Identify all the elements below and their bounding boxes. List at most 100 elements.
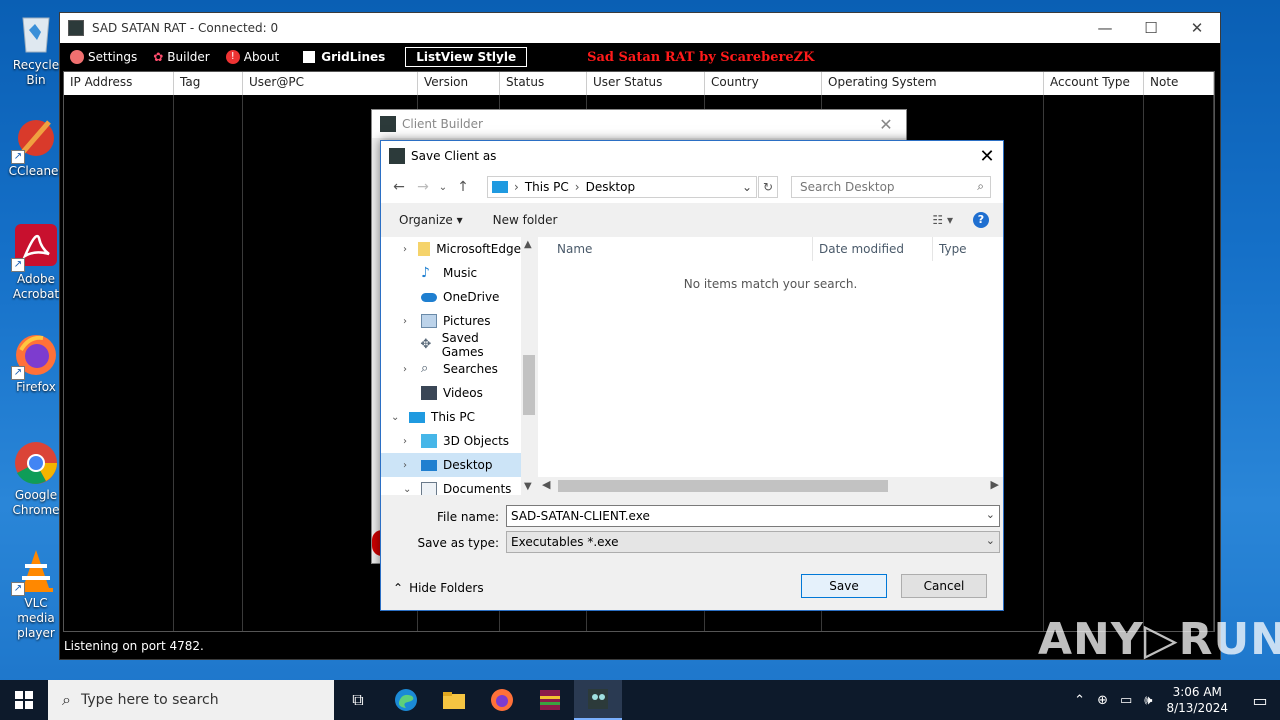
chevron-right-icon[interactable]: › bbox=[403, 460, 417, 471]
volume-icon[interactable]: 🕪 bbox=[1144, 693, 1152, 708]
listview-style-button[interactable]: ListView Stlyle bbox=[405, 47, 528, 67]
col-tag[interactable]: Tag bbox=[174, 72, 243, 95]
col-version[interactable]: Version bbox=[418, 72, 500, 95]
breadcrumb-desktop[interactable]: Desktop bbox=[586, 180, 636, 194]
clock[interactable]: 3:06 AM 8/13/2024 bbox=[1166, 684, 1228, 716]
start-button[interactable] bbox=[0, 680, 48, 720]
scroll-right-icon[interactable]: ▶ bbox=[991, 478, 999, 491]
tree-item-3d-objects[interactable]: › 3D Objects bbox=[381, 429, 521, 453]
scroll-up-icon[interactable]: ▲ bbox=[524, 239, 532, 250]
tree-item-music[interactable]: ♪ Music bbox=[381, 261, 521, 285]
scrollbar-thumb[interactable] bbox=[558, 480, 888, 492]
maximize-icon[interactable]: ☐ bbox=[1128, 19, 1174, 37]
minimize-icon[interactable]: — bbox=[1082, 19, 1128, 37]
scrollbar-thumb[interactable] bbox=[523, 355, 535, 415]
search-placeholder: Search Desktop bbox=[800, 180, 895, 194]
tree-item-searches[interactable]: › ⌕ Searches bbox=[381, 357, 521, 381]
network-status-icon[interactable]: ⊕ bbox=[1097, 693, 1108, 708]
scroll-left-icon[interactable]: ◀ bbox=[542, 478, 550, 491]
help-icon[interactable]: ? bbox=[973, 212, 989, 228]
gridlines-checkbox[interactable] bbox=[303, 51, 316, 63]
address-bar[interactable]: › This PC › Desktop ⌄ bbox=[487, 176, 757, 198]
vlc-icon: ↗ bbox=[11, 548, 59, 596]
taskbar-search[interactable]: ⌕ Type here to search bbox=[48, 680, 334, 720]
col-operating-system[interactable]: Operating System bbox=[822, 72, 1044, 95]
network-icon[interactable]: ▭ bbox=[1120, 693, 1132, 708]
tree-item-pictures[interactable]: › Pictures bbox=[381, 309, 521, 333]
file-name-field[interactable]: SAD-SATAN-CLIENT.exe ⌄ bbox=[506, 505, 1000, 527]
col-user-pc[interactable]: User@PC bbox=[243, 72, 418, 95]
about-menu[interactable]: ! About bbox=[225, 50, 279, 64]
col-user-status[interactable]: User Status bbox=[587, 72, 705, 95]
search-input[interactable]: Search Desktop ⌕ bbox=[791, 176, 991, 198]
col-date-modified[interactable]: Date modified bbox=[813, 237, 933, 261]
col-type[interactable]: Type bbox=[933, 237, 1003, 261]
col-note[interactable]: Note bbox=[1144, 72, 1214, 95]
winrar-icon[interactable] bbox=[526, 680, 574, 720]
save-button[interactable]: Save bbox=[801, 574, 887, 598]
chevron-right-icon[interactable]: › bbox=[403, 244, 414, 255]
chevron-down-icon[interactable]: ⌄ bbox=[742, 180, 756, 194]
scroll-down-icon[interactable]: ▼ bbox=[524, 481, 532, 492]
file-list-hscrollbar[interactable]: ◀ ▶ bbox=[538, 477, 1003, 495]
chevron-up-icon[interactable]: ⌃ bbox=[1074, 693, 1085, 708]
chevron-right-icon[interactable]: › bbox=[403, 364, 417, 375]
tree-item-microsoftedge[interactable]: › MicrosoftEdge bbox=[381, 237, 521, 261]
firefox-icon[interactable] bbox=[478, 680, 526, 720]
close-icon[interactable]: ✕ bbox=[1174, 19, 1220, 37]
tree-item-documents[interactable]: ⌄ Documents bbox=[381, 477, 521, 495]
chevron-right-icon[interactable]: › bbox=[403, 316, 417, 327]
tree-item-this-pc[interactable]: ⌄ This PC bbox=[381, 405, 521, 429]
tree-item-onedrive[interactable]: OneDrive bbox=[381, 285, 521, 309]
save-type-select[interactable]: Executables *.exe ⌄ bbox=[506, 531, 1000, 553]
col-ip-address[interactable]: IP Address bbox=[64, 72, 174, 95]
edge-icon[interactable] bbox=[382, 680, 430, 720]
refresh-icon[interactable]: ↻ bbox=[758, 176, 778, 198]
chevron-right-icon: › bbox=[514, 180, 519, 194]
cloud-icon bbox=[421, 292, 437, 302]
close-icon[interactable]: ✕ bbox=[866, 115, 906, 134]
file-explorer-icon[interactable] bbox=[430, 680, 478, 720]
tree-item-desktop[interactable]: › Desktop bbox=[381, 453, 521, 477]
chevron-down-icon[interactable]: ⌄ bbox=[986, 534, 995, 547]
organize-button[interactable]: Organize ▾ bbox=[399, 213, 463, 227]
recent-dropdown-icon[interactable]: ⌄ bbox=[435, 182, 451, 193]
forward-arrow-icon[interactable]: → bbox=[411, 179, 435, 195]
tree-item-saved-games[interactable]: ✥ Saved Games bbox=[381, 331, 521, 359]
close-icon[interactable]: ✕ bbox=[971, 146, 1003, 167]
chevron-down-icon[interactable]: ⌄ bbox=[391, 412, 405, 423]
task-view-icon[interactable]: ⧉ bbox=[334, 680, 382, 720]
search-folder-icon: ⌕ bbox=[421, 361, 429, 376]
notification-icon[interactable]: ▭ bbox=[1240, 691, 1280, 710]
save-dialog-title: Save Client as bbox=[411, 149, 497, 163]
settings-menu[interactable]: Settings bbox=[70, 50, 137, 64]
col-country[interactable]: Country bbox=[705, 72, 822, 95]
col-status[interactable]: Status bbox=[500, 72, 587, 95]
tree-scrollbar[interactable]: ▲ ▼ bbox=[521, 237, 537, 495]
back-arrow-icon[interactable]: ← bbox=[387, 179, 411, 195]
command-bar: Organize ▾ New folder ☷ ▾ ? bbox=[381, 205, 1003, 235]
col-account-type[interactable]: Account Type bbox=[1044, 72, 1144, 95]
chevron-right-icon[interactable]: › bbox=[403, 436, 417, 447]
anyrun-watermark: ANY▷RUN bbox=[1038, 614, 1280, 665]
builder-icon: ✿ bbox=[153, 50, 164, 64]
pictures-icon bbox=[421, 314, 437, 328]
gridlines-toggle[interactable]: GridLines bbox=[295, 50, 385, 64]
chevron-down-icon[interactable]: ⌄ bbox=[403, 484, 417, 495]
chevron-down-icon[interactable]: ⌄ bbox=[986, 508, 995, 521]
file-list[interactable]: Name Date modified Type No items match y… bbox=[538, 237, 1003, 495]
tree-item-videos[interactable]: Videos bbox=[381, 381, 521, 405]
hide-folders-toggle[interactable]: ⌃ Hide Folders bbox=[393, 581, 484, 595]
system-tray: ⌃ ⊕ ▭ 🕪 3:06 AM 8/13/2024 ▭ bbox=[1068, 684, 1280, 716]
up-arrow-icon[interactable]: ↑ bbox=[451, 179, 475, 195]
cancel-button[interactable]: Cancel bbox=[901, 574, 987, 598]
search-icon: ⌕ bbox=[977, 179, 984, 193]
new-folder-button[interactable]: New folder bbox=[493, 213, 558, 227]
empty-message: No items match your search. bbox=[683, 277, 858, 291]
sad-satan-rat-taskbar-icon[interactable] bbox=[574, 680, 622, 720]
view-options-icon[interactable]: ☷ ▾ bbox=[932, 213, 953, 227]
breadcrumb-this-pc[interactable]: This PC bbox=[525, 180, 569, 194]
recycle-bin-icon bbox=[13, 10, 59, 56]
col-name[interactable]: Name bbox=[538, 237, 813, 261]
builder-menu[interactable]: ✿ Builder bbox=[153, 50, 210, 64]
